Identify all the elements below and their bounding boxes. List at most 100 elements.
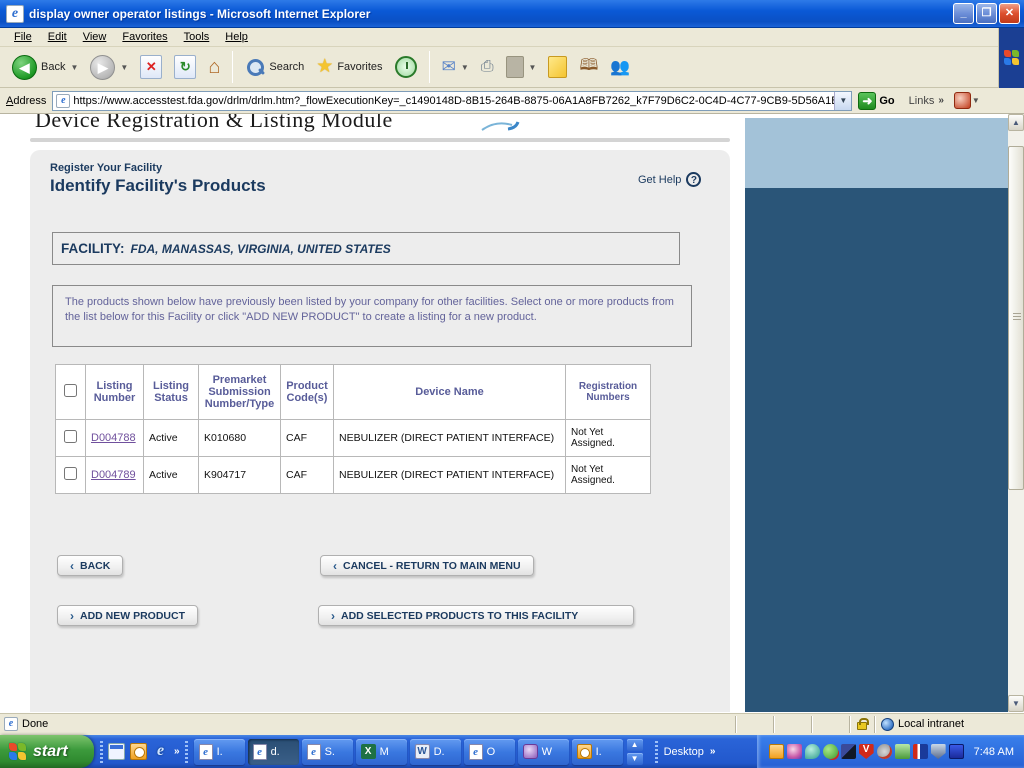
- tray-app-icon[interactable]: [786, 744, 802, 759]
- task-button-active[interactable]: e d.: [247, 738, 299, 765]
- links-chevron-icon[interactable]: »: [938, 95, 944, 106]
- menu-view[interactable]: View: [75, 29, 115, 45]
- taskbar-clock[interactable]: 7:48 AM: [974, 746, 1014, 758]
- edit-button[interactable]: ▼: [500, 53, 543, 81]
- edit-dropdown-icon[interactable]: ▼: [529, 63, 537, 72]
- back-button[interactable]: ◀ Back ▼: [6, 52, 84, 83]
- address-dropdown-icon[interactable]: ▼: [834, 91, 852, 110]
- quick-launch-clock-icon[interactable]: [130, 743, 147, 760]
- forward-button[interactable]: ▶ ▼: [84, 52, 134, 83]
- internet-explorer-icon[interactable]: e: [152, 743, 169, 760]
- discuss-button[interactable]: [542, 53, 573, 81]
- quick-launch-chevron-icon[interactable]: »: [174, 746, 180, 757]
- go-button[interactable]: ➜ Go: [858, 91, 895, 110]
- task-button[interactable]: W: [517, 738, 569, 765]
- toolbar-grip[interactable]: [654, 740, 658, 763]
- task-button[interactable]: I.: [571, 738, 623, 765]
- vertical-scrollbar[interactable]: ▲ ▼: [1008, 114, 1024, 712]
- capture-dropdown-icon[interactable]: ▼: [972, 96, 980, 105]
- sidebar-dark-region: [745, 188, 1008, 712]
- minimize-button[interactable]: _: [953, 3, 974, 24]
- row-checkbox[interactable]: [64, 467, 77, 480]
- menu-favorites[interactable]: Favorites: [114, 29, 175, 45]
- search-icon: [245, 57, 265, 77]
- listing-number-link[interactable]: D004789: [91, 469, 136, 481]
- start-button[interactable]: start: [0, 735, 94, 768]
- task-button[interactable]: X M: [355, 738, 407, 765]
- app-icon: [522, 744, 538, 759]
- title-bar[interactable]: e display owner operator listings - Micr…: [0, 0, 1024, 28]
- add-new-product-button[interactable]: › ADD NEW PRODUCT: [57, 605, 198, 626]
- listing-number-link[interactable]: D004788: [91, 432, 136, 444]
- tray-status-icon[interactable]: [822, 744, 838, 759]
- cancel-button[interactable]: ‹ CANCEL - RETURN TO MAIN MENU: [320, 555, 534, 576]
- tray-disabled-device-icon[interactable]: [876, 744, 892, 759]
- toolbar-grip[interactable]: [184, 740, 188, 763]
- tray-update-icon[interactable]: [894, 744, 910, 759]
- close-button[interactable]: ✕: [999, 3, 1020, 24]
- scroll-down-icon[interactable]: ▼: [1008, 695, 1024, 712]
- windows-logo-icon: [998, 28, 1024, 88]
- mail-dropdown-icon[interactable]: ▼: [461, 63, 469, 72]
- back-dropdown-icon[interactable]: ▼: [70, 63, 78, 72]
- task-button[interactable]: e I.: [193, 738, 245, 765]
- page-title: Identify Facility's Products: [50, 176, 266, 195]
- tray-antivirus-shield-icon[interactable]: V: [858, 744, 874, 759]
- excel-icon: X: [360, 744, 376, 759]
- task-button[interactable]: e S.: [301, 738, 353, 765]
- address-bar: Address e ▼ ➜ Go Links » ▼: [0, 88, 1024, 114]
- section-label: Register Your Facility: [50, 162, 163, 174]
- col-registration: Registration Numbers: [565, 364, 651, 420]
- scrollbar-thumb[interactable]: [1008, 146, 1024, 490]
- restore-button[interactable]: ❐: [976, 3, 997, 24]
- add-selected-products-button[interactable]: › ADD SELECTED PRODUCTS TO THIS FACILITY: [318, 605, 634, 626]
- system-tray: V 7:48 AM: [756, 735, 1024, 768]
- content-panel: Register Your Facility Identify Facility…: [30, 150, 730, 712]
- taskbar-scroll-up-icon[interactable]: ▲: [626, 738, 643, 751]
- get-help-link[interactable]: Get Help ?: [638, 172, 702, 187]
- menu-edit[interactable]: Edit: [40, 29, 75, 45]
- search-button[interactable]: Search: [239, 54, 310, 80]
- tray-key-icon[interactable]: [840, 744, 856, 759]
- row-checkbox[interactable]: [64, 430, 77, 443]
- forward-dropdown-icon[interactable]: ▼: [120, 63, 128, 72]
- address-input[interactable]: [73, 92, 835, 109]
- home-button[interactable]: ⌂: [202, 52, 226, 82]
- edit-page-icon: [505, 56, 524, 78]
- menu-file[interactable]: File: [6, 29, 40, 45]
- col-listing-number: Listing Number: [85, 364, 144, 420]
- history-button[interactable]: [389, 53, 423, 81]
- print-button[interactable]: ⎙: [475, 55, 500, 79]
- tray-clock-icon[interactable]: [768, 744, 784, 759]
- back-nav-button[interactable]: ‹ BACK: [57, 555, 124, 576]
- desktop-toolbar-label[interactable]: Desktop: [664, 746, 704, 758]
- tray-security-shield-icon[interactable]: [930, 744, 946, 759]
- task-button[interactable]: e O: [463, 738, 515, 765]
- menu-help[interactable]: Help: [217, 29, 256, 45]
- task-button[interactable]: W D.: [409, 738, 461, 765]
- messenger-button[interactable]: 👥: [604, 54, 636, 80]
- mail-button[interactable]: ✉ ▼: [436, 54, 475, 80]
- links-label[interactable]: Links: [909, 95, 935, 107]
- stop-button[interactable]: ✕: [134, 52, 168, 82]
- research-button[interactable]: 🕮: [573, 51, 604, 84]
- intranet-globe-icon: [881, 717, 894, 731]
- select-all-checkbox[interactable]: [64, 384, 77, 397]
- favorites-button[interactable]: ★ Favorites: [310, 53, 388, 81]
- desktop-chevron-icon[interactable]: »: [710, 746, 716, 757]
- tray-messenger-icon[interactable]: [804, 744, 820, 759]
- sidebar-light-region: [745, 118, 1008, 188]
- toolbar-grip[interactable]: [100, 740, 103, 763]
- menu-tools[interactable]: Tools: [176, 29, 218, 45]
- capture-tool-icon[interactable]: [953, 92, 971, 109]
- tray-display-icon[interactable]: [948, 744, 964, 759]
- taskbar-scroll-down-icon[interactable]: ▼: [626, 752, 643, 765]
- device-name: NEBULIZER (DIRECT PATIENT INTERFACE): [333, 456, 566, 494]
- refresh-button[interactable]: ↻: [168, 52, 202, 82]
- go-arrow-icon: ➜: [858, 91, 877, 110]
- address-field[interactable]: e ▼: [52, 90, 853, 111]
- scroll-up-icon[interactable]: ▲: [1008, 114, 1024, 131]
- table-row: D004789 Active K904717 CAF NEBULIZER (DI…: [55, 456, 651, 494]
- tray-vpn-icon[interactable]: [912, 744, 928, 759]
- show-desktop-icon[interactable]: [108, 743, 125, 760]
